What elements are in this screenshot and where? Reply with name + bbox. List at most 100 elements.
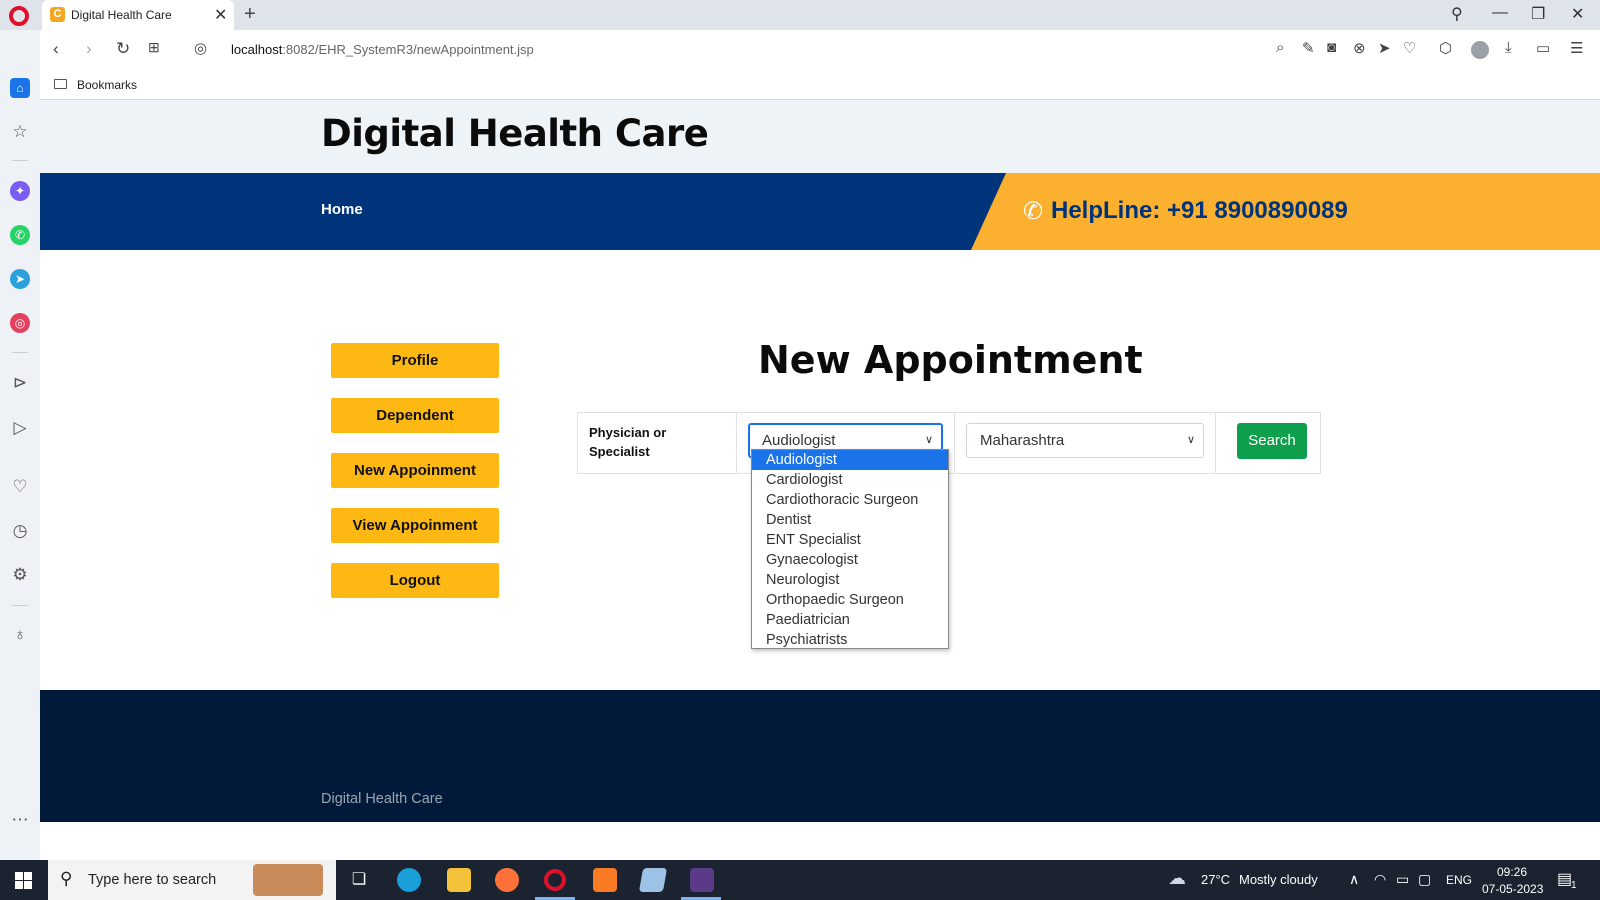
weather-temperature[interactable]: 27°C: [1201, 872, 1230, 887]
find-icon[interactable]: ⌕: [1276, 39, 1284, 56]
taskbar-search-placeholder: Type here to search: [88, 872, 217, 888]
dropdown-option[interactable]: Neurologist: [752, 570, 948, 590]
ide-icon[interactable]: [690, 868, 714, 892]
battery-saver-icon[interactable]: ▭: [1536, 39, 1550, 57]
state-select[interactable]: Maharashtra ∨: [966, 423, 1204, 458]
dropdown-option[interactable]: Orthopaedic Surgeon: [752, 590, 948, 610]
xampp-icon[interactable]: [593, 868, 617, 892]
dropdown-option[interactable]: Psychiatrists: [752, 630, 948, 650]
clock-date[interactable]: 07-05-2023: [1482, 882, 1543, 896]
tips-bulb-icon[interactable]: ♁: [10, 625, 30, 645]
download-icon[interactable]: ⤓: [1505, 39, 1512, 56]
minimize-icon[interactable]: —: [1492, 4, 1508, 22]
heart-icon[interactable]: ♡: [10, 477, 30, 497]
back-icon[interactable]: ‹: [53, 39, 59, 59]
more-icon[interactable]: ⋯: [10, 810, 30, 830]
send-icon[interactable]: ▷: [10, 418, 30, 438]
notification-count: 1: [1571, 880, 1577, 891]
chevron-down-icon: ∨: [1186, 434, 1195, 446]
star-icon[interactable]: ☆: [10, 122, 30, 142]
dropdown-option[interactable]: Gynaecologist: [752, 550, 948, 570]
view-appointment-button[interactable]: View Appoinment: [331, 508, 499, 543]
dropdown-option[interactable]: Cardiothoracic Surgeon: [752, 490, 948, 510]
whatsapp-icon[interactable]: ✆: [10, 225, 30, 245]
table-cell-divider: [954, 413, 955, 473]
instagram-icon[interactable]: ◎: [10, 313, 30, 333]
site-info-icon[interactable]: ◎: [194, 39, 207, 57]
dropdown-option[interactable]: Paediatrician: [752, 610, 948, 630]
dropdown-option[interactable]: ENT Specialist: [752, 530, 948, 550]
close-tab-icon[interactable]: ✕: [214, 5, 227, 25]
address-bar: ‹ › ↻ ⊞ ◎ localhost:8082/EHR_SystemR3/ne…: [40, 30, 1600, 70]
url-field[interactable]: localhost:8082/EHR_SystemR3/newAppointme…: [231, 42, 534, 57]
sidebar-divider: [12, 605, 28, 606]
dropdown-option[interactable]: Dentist: [752, 510, 948, 530]
weather-status[interactable]: Mostly cloudy: [1239, 872, 1318, 887]
dependent-button[interactable]: Dependent: [331, 398, 499, 433]
dropdown-option[interactable]: Audiologist: [752, 450, 948, 470]
tab-title: Digital Health Care: [71, 8, 172, 22]
extensions-icon[interactable]: ⬡: [1439, 39, 1452, 57]
table-cell-divider: [736, 413, 737, 473]
messenger-icon[interactable]: ✦: [10, 181, 30, 201]
restore-icon[interactable]: ❐: [1531, 4, 1545, 24]
tab-grid-icon[interactable]: ⊞: [148, 39, 160, 56]
specialist-selected-value: Audiologist: [762, 432, 836, 449]
opera-taskbar-icon[interactable]: [544, 869, 566, 891]
telegram-icon[interactable]: ➤: [10, 269, 30, 289]
search-icon: ⚲: [60, 869, 73, 888]
notepad-icon[interactable]: [638, 868, 668, 892]
logout-button[interactable]: Logout: [331, 563, 499, 598]
player-icon[interactable]: ⊳: [10, 373, 30, 393]
settings-icon[interactable]: ⚙: [10, 565, 30, 585]
notification-icon[interactable]: ▤: [1557, 869, 1572, 889]
weather-cloud-icon[interactable]: ☁: [1168, 868, 1186, 889]
file-explorer-icon[interactable]: [447, 868, 471, 892]
clock-time[interactable]: 09:26: [1497, 865, 1527, 879]
search-highlight-image-icon: [253, 864, 323, 896]
opera-logo-icon[interactable]: [9, 6, 29, 26]
new-tab-icon[interactable]: +: [244, 3, 256, 26]
reload-icon[interactable]: ↻: [116, 39, 130, 59]
table-cell-divider: [1215, 413, 1216, 473]
profile-avatar-icon[interactable]: [1471, 41, 1489, 59]
bookmarks-label[interactable]: Bookmarks: [77, 78, 137, 92]
taskbar-search-box[interactable]: ⚲ Type here to search: [48, 860, 336, 900]
forward-icon[interactable]: ›: [86, 39, 92, 59]
new-appointment-button[interactable]: New Appoinment: [331, 453, 499, 488]
search-button[interactable]: Search: [1237, 423, 1307, 459]
sidebar-divider: [12, 160, 28, 161]
page-title: New Appointment: [758, 338, 1143, 382]
language-indicator[interactable]: ENG: [1446, 873, 1472, 887]
send-icon[interactable]: ➤: [1378, 39, 1391, 57]
search-tabs-icon[interactable]: ⚲: [1451, 4, 1463, 24]
firefox-icon[interactable]: [495, 868, 519, 892]
state-selected-value: Maharashtra: [980, 432, 1065, 449]
edge-icon[interactable]: [397, 868, 421, 892]
site-header: Digital Health Care: [40, 100, 1600, 173]
battery-icon[interactable]: ▭: [1396, 871, 1409, 888]
task-view-icon[interactable]: ❏: [347, 868, 371, 892]
specialist-dropdown-list: Audiologist Cardiologist Cardiothoracic …: [751, 449, 949, 649]
snapshot-icon[interactable]: ◙: [1327, 39, 1336, 56]
navbar: Home ✆ HelpLine: +91 8900890089: [40, 173, 1600, 250]
block-icon[interactable]: ⊗: [1353, 39, 1366, 57]
menu-icon[interactable]: ☰: [1570, 39, 1583, 57]
home-icon[interactable]: ⌂: [10, 78, 30, 98]
helpline-text: HelpLine: +91 8900890089: [1051, 197, 1348, 224]
meet-icon[interactable]: ▢: [1418, 871, 1431, 888]
dropdown-option[interactable]: Cardiologist: [752, 470, 948, 490]
wifi-icon[interactable]: ◠: [1374, 871, 1386, 888]
history-icon[interactable]: ◷: [10, 521, 30, 541]
site-title: Digital Health Care: [321, 112, 709, 155]
profile-button[interactable]: Profile: [331, 343, 499, 378]
phone-icon: ✆: [1023, 198, 1044, 225]
windows-start-icon[interactable]: [15, 872, 32, 889]
nav-home-link[interactable]: Home: [321, 201, 363, 218]
chevron-up-icon[interactable]: ∧: [1349, 871, 1359, 888]
browser-tab[interactable]: C Digital Health Care ✕: [42, 0, 234, 30]
edit-icon[interactable]: ✎: [1302, 39, 1315, 57]
heart-icon[interactable]: ♡: [1403, 39, 1416, 57]
site-footer: Digital Health Care: [40, 690, 1600, 822]
close-window-icon[interactable]: ✕: [1571, 4, 1584, 24]
